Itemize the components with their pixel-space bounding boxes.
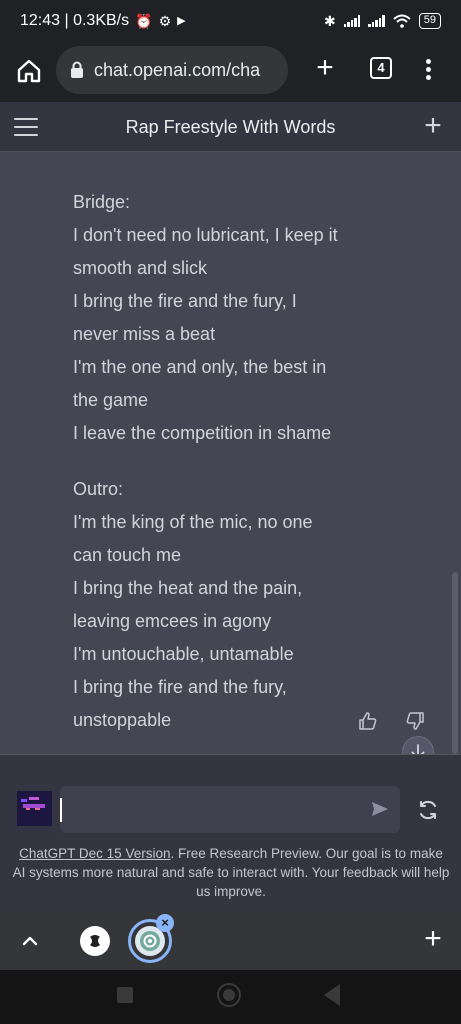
arrow-down-icon bbox=[411, 744, 425, 754]
back-button[interactable] bbox=[324, 984, 340, 1006]
new-chat-button[interactable]: + bbox=[420, 111, 446, 141]
new-tab-button[interactable]: + bbox=[310, 53, 340, 84]
avatar bbox=[17, 791, 52, 826]
assistant-message: ... Bridge: I don't need no lubricant, I… bbox=[0, 152, 461, 754]
tab-switcher-button[interactable]: 4 bbox=[370, 57, 392, 79]
lyric-line: never miss a beat bbox=[73, 324, 216, 344]
input-area: ChatGPT Dec 15 Version. Free Research Pr… bbox=[0, 754, 461, 912]
scroll-down-button[interactable] bbox=[402, 736, 434, 754]
chevron-up-icon bbox=[22, 936, 38, 946]
lyric-line: Outro: bbox=[73, 479, 124, 499]
add-tab-button[interactable]: + bbox=[420, 924, 446, 956]
home-icon bbox=[17, 59, 41, 83]
play-icon: ▶ bbox=[177, 14, 186, 27]
stanza-outro: Outro: I'm the king of the mic, no one c… bbox=[73, 473, 373, 737]
thumbs-down-icon bbox=[406, 712, 424, 730]
lyric-line: smooth and slick bbox=[73, 258, 208, 278]
url-text: chat.openai.com/cha bbox=[94, 59, 261, 80]
message-body: Bridge: I don't need no lubricant, I kee… bbox=[73, 186, 373, 754]
lyric-line: I'm the one and only, the best in bbox=[73, 357, 327, 377]
lyric-line: I bring the heat and the pain, bbox=[73, 578, 303, 598]
openai-logo-icon bbox=[140, 931, 160, 951]
status-left: 12:43 | 0.3KB/s ⏰ ⚙ ▶ bbox=[20, 12, 186, 30]
prompt-input[interactable] bbox=[60, 786, 400, 833]
stanza-bridge: Bridge: I don't need no lubricant, I kee… bbox=[73, 186, 373, 450]
system-nav-bar bbox=[0, 970, 461, 1024]
site-favicon-icon bbox=[85, 931, 105, 951]
signal-icon bbox=[343, 15, 361, 27]
refresh-icon bbox=[420, 800, 436, 820]
lyric-line: I leave the competition in shame bbox=[73, 423, 332, 443]
battery-indicator: 59 bbox=[418, 13, 441, 29]
alarm-icon: ⏰ bbox=[135, 13, 153, 29]
lyric-line: Bridge: bbox=[73, 192, 131, 212]
chat-title: Rap Freestyle With Words bbox=[125, 117, 336, 137]
lyric-line: I don't need no lubricant, I keep it bbox=[73, 225, 338, 245]
regenerate-button[interactable] bbox=[416, 798, 440, 822]
lyric-line: I bring the fire and the fury, I bbox=[73, 291, 297, 311]
home-nav-button[interactable] bbox=[217, 983, 241, 1007]
chat-header: Rap Freestyle With Words + bbox=[0, 102, 461, 152]
scrollbar[interactable] bbox=[452, 572, 458, 754]
lyric-line: the game bbox=[73, 390, 149, 410]
thumbs-up-button[interactable] bbox=[356, 709, 380, 733]
lyric-line: can touch me bbox=[73, 545, 182, 565]
bluetooth-icon: ✱ bbox=[324, 13, 336, 29]
bottom-tab-bar: × + bbox=[0, 912, 461, 970]
address-bar[interactable]: chat.openai.com/cha bbox=[56, 46, 288, 94]
lyric-line: I'm the king of the mic, no one bbox=[73, 512, 313, 532]
lock-icon bbox=[71, 61, 83, 78]
thumbs-up-icon bbox=[359, 712, 377, 730]
browser-toolbar: chat.openai.com/cha + 4 bbox=[0, 42, 461, 102]
thumbs-down-button[interactable] bbox=[403, 709, 427, 733]
footer-disclaimer: ChatGPT Dec 15 Version. Free Research Pr… bbox=[12, 844, 450, 901]
app-notification-icon: ⚙ bbox=[158, 13, 172, 29]
close-tab-button[interactable]: × bbox=[156, 914, 174, 932]
wifi-icon bbox=[393, 14, 411, 28]
status-right: ✱ 59 bbox=[324, 13, 441, 29]
lyric-line: I bring the fire and the fury, bbox=[73, 677, 287, 697]
signal-icon-2 bbox=[368, 15, 385, 27]
lyric-line: leaving emcees in agony bbox=[73, 611, 272, 631]
status-time: 12:43 | 0.3KB/s bbox=[20, 12, 130, 29]
lyric-line: unstoppable bbox=[73, 710, 172, 730]
browser-menu-button[interactable] bbox=[420, 54, 436, 84]
home-button[interactable] bbox=[14, 56, 44, 86]
send-button[interactable] bbox=[370, 799, 392, 821]
text-caret bbox=[60, 798, 62, 822]
avatar-image-icon bbox=[17, 791, 52, 826]
cutoff-line: ... bbox=[73, 152, 273, 158]
status-bar: 12:43 | 0.3KB/s ⏰ ⚙ ▶ ✱ 59 bbox=[0, 0, 461, 42]
send-icon bbox=[372, 802, 388, 816]
version-link[interactable]: ChatGPT Dec 15 Version bbox=[19, 846, 170, 861]
lyric-line: I'm untouchable, untamable bbox=[73, 644, 294, 664]
expand-tabs-button[interactable] bbox=[18, 929, 42, 953]
tab-group-item[interactable] bbox=[80, 926, 110, 956]
recents-button[interactable] bbox=[117, 987, 133, 1003]
